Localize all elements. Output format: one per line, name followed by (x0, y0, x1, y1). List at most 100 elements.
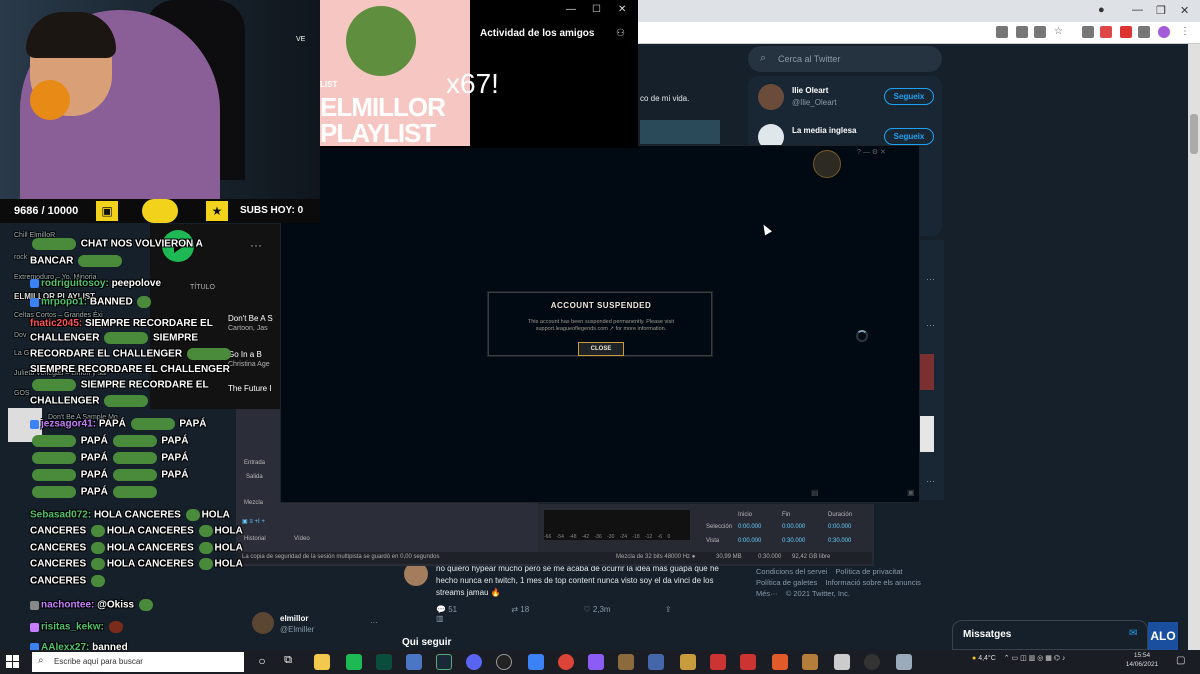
tweet[interactable]: no quiero hypear mucho pero se me acaba … (400, 560, 730, 623)
minimize-icon[interactable]: — (566, 4, 576, 15)
analytics-icon[interactable]: ▥ (436, 614, 444, 623)
more-icon[interactable]: ··· (926, 274, 935, 284)
chrome-icon[interactable] (558, 654, 574, 670)
tweet-image[interactable] (640, 120, 720, 144)
follow-row[interactable]: Ilie Oleart @Ilie_Oleart Segueix (758, 80, 938, 116)
puzzle-icon[interactable] (1138, 26, 1150, 38)
chat-username[interactable]: Sebasad072: (30, 510, 91, 521)
app-icon[interactable] (588, 654, 604, 670)
task-view-icon[interactable]: ⧉ (280, 654, 296, 670)
extension-icon[interactable] (1120, 26, 1132, 38)
time-field[interactable]: 0:00.000 (828, 524, 851, 530)
app-icon[interactable] (896, 654, 912, 670)
weather-temp[interactable]: 4,4°C (978, 655, 996, 662)
app-icon[interactable] (772, 654, 788, 670)
follow-button[interactable]: Segueix (884, 88, 934, 105)
chat-username[interactable]: nachontee: (41, 600, 94, 611)
chat-username[interactable]: mrpopo1: (41, 297, 87, 308)
friends-icon[interactable]: ▣ (907, 488, 915, 497)
close-button[interactable]: CLOSE (578, 342, 624, 356)
zoom-icon[interactable] (1034, 26, 1046, 38)
close-icon[interactable]: ✕ (1180, 4, 1189, 17)
close-icon[interactable]: ✕ (618, 4, 626, 15)
pepe-emote (186, 348, 231, 360)
more-icon[interactable]: ··· (370, 618, 378, 627)
like-button[interactable]: ♡ 2,3m (583, 605, 636, 614)
compose-message-icon[interactable]: ✉ (1129, 628, 1137, 639)
footer-link[interactable]: Condicions del servei (756, 567, 827, 576)
tray-icons[interactable]: ⌃ ▭ ◫ ▥ ◎ ▦ ⌬ ♪ (1004, 655, 1066, 662)
extension-icon[interactable] (1100, 26, 1112, 38)
extension-icon[interactable] (1082, 26, 1094, 38)
app-icon[interactable] (406, 654, 422, 670)
translate-icon[interactable] (1016, 26, 1028, 38)
avatar[interactable] (1158, 26, 1170, 38)
window-controls[interactable]: ? — ⚙ ✕ (857, 148, 886, 156)
star-icon[interactable]: ☆ (1054, 26, 1066, 38)
weather-icon[interactable]: ● (972, 655, 976, 662)
windows-start-icon[interactable] (6, 655, 20, 669)
scrollbar-thumb[interactable] (1190, 114, 1198, 154)
taskbar-search-input[interactable]: ⌕ Escribe aquí para buscar (32, 652, 244, 672)
profile-dot-icon[interactable]: ● (1098, 4, 1105, 16)
cortana-icon[interactable]: ○ (254, 654, 270, 670)
twitter-search-input[interactable]: ⌕ Cerca al Twitter (748, 46, 942, 72)
app-icon[interactable] (834, 654, 850, 670)
chat-line: BANCAR (30, 255, 124, 267)
app-icon[interactable] (346, 654, 362, 670)
footer-link[interactable]: Política de privacitat (835, 567, 902, 576)
app-icon[interactable] (864, 654, 880, 670)
reply-count: 51 (448, 605, 458, 614)
scrollbar[interactable] (1188, 44, 1200, 650)
add-friend-icon[interactable]: ⚇ (616, 28, 625, 39)
app-icon[interactable] (648, 654, 664, 670)
league-client-icon[interactable] (680, 654, 696, 670)
footer-link[interactable]: Política de galetes (756, 578, 817, 587)
avatar[interactable] (758, 84, 784, 110)
more-icon[interactable]: ··· (926, 320, 935, 330)
tab-video[interactable]: Vídeo (294, 536, 310, 542)
file-explorer-icon[interactable] (314, 654, 330, 670)
follow-button[interactable]: Segueix (884, 128, 934, 145)
footer-link[interactable]: Més··· (756, 589, 778, 598)
app-icon[interactable] (740, 654, 756, 670)
extension-icon[interactable] (996, 26, 1008, 38)
app-icon[interactable] (710, 654, 726, 670)
share-icon[interactable]: ⇪ (665, 605, 672, 614)
obs-icon[interactable] (496, 654, 512, 670)
chat-username[interactable]: risitas_kekw: (41, 622, 104, 633)
reply-button[interactable]: 💬 51 (436, 605, 483, 614)
media-thumb[interactable] (920, 354, 934, 390)
app-icon[interactable] (802, 654, 818, 670)
summoner-avatar[interactable] (813, 150, 841, 178)
notification-icon[interactable]: ▢ (1176, 655, 1185, 666)
audition-icon[interactable] (376, 654, 392, 670)
maximize-icon[interactable]: ☐ (592, 4, 601, 15)
time-field[interactable]: 0:30.000 (828, 538, 851, 544)
pepe-emote (112, 486, 157, 498)
chat-text: PAPÁ (98, 418, 126, 430)
app-icon[interactable] (528, 654, 544, 670)
chat-username[interactable]: jezsagor41: (41, 419, 96, 430)
minimize-icon[interactable]: — (1132, 4, 1143, 16)
chat-icon[interactable]: ▤ (811, 488, 819, 497)
minecraft-icon[interactable] (618, 654, 634, 670)
taskbar-clock[interactable]: 15:54 14/06/2021 (1122, 651, 1162, 669)
restore-icon[interactable]: ❐ (1156, 4, 1166, 17)
chat-username[interactable]: fnatic2045: (30, 318, 82, 329)
media-thumb[interactable] (920, 416, 934, 452)
time-field[interactable]: 0:30.000 (782, 538, 805, 544)
time-field[interactable]: 0:00.000 (782, 524, 805, 530)
more-icon[interactable]: ··· (926, 476, 935, 486)
steam-icon[interactable] (436, 654, 452, 670)
menu-icon[interactable]: ⋮ (1180, 26, 1192, 38)
discord-icon[interactable] (466, 654, 482, 670)
pepe-emote (138, 599, 153, 611)
chrome-titlebar: ● — ❐ ✕ (620, 0, 1200, 22)
chat-username[interactable]: rodriguitosoy: (41, 278, 109, 289)
time-field[interactable]: 0:00.000 (738, 538, 761, 544)
messages-drawer[interactable]: Missatges ✉ (952, 620, 1148, 650)
footer-link[interactable]: Informació sobre els anuncis (825, 578, 920, 587)
time-field[interactable]: 0:00.000 (738, 524, 761, 530)
retweet-button[interactable]: ⇄ 18 (511, 605, 555, 614)
